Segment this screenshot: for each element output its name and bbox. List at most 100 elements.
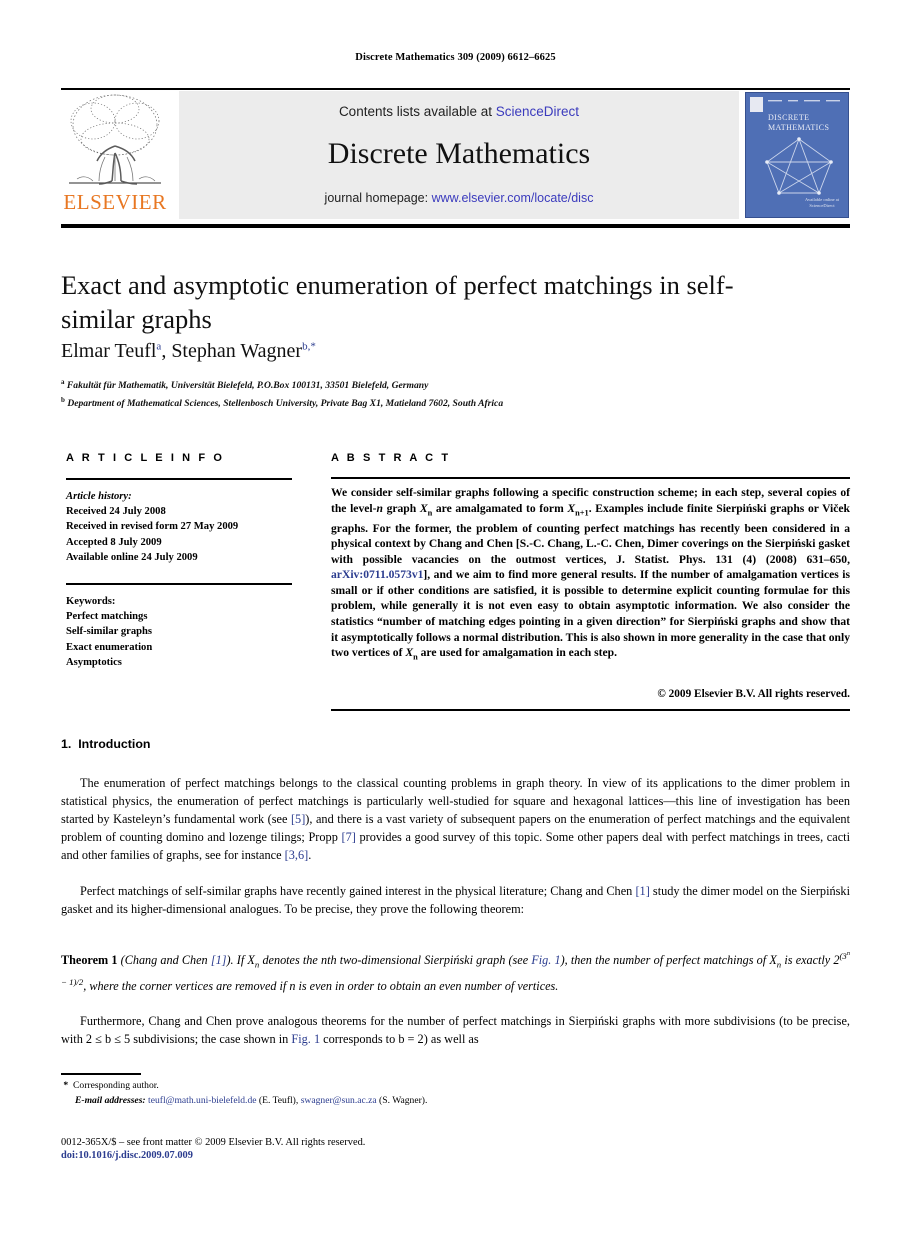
journal-cover-thumbnail: DISCRETE MATHEMATICS Available online at… [745,92,849,218]
page-title: Exact and asymptotic enumeration of perf… [61,270,734,334]
footnote-block: * Corresponding author. E-mail addresses… [61,1079,850,1108]
masthead-center-panel: Contents lists available at ScienceDirec… [179,91,739,219]
abstract-top-rule [331,477,850,479]
footnote-emails: E-mail addresses: teufl@math.uni-bielefe… [61,1094,850,1109]
abstract-xn: X [419,501,428,515]
theorem-reference-link[interactable]: [1] [211,953,227,967]
abstract-xn-2: X [405,646,414,660]
abstract-heading: A B S T R A C T [331,452,451,464]
front-matter-line: 0012-365X/$ – see front matter © 2009 El… [61,1137,366,1148]
author-2-affiliation-marker: b,* [302,340,316,353]
article-info-top-rule [66,478,292,480]
abstract-xn1: X [567,501,576,515]
elsevier-wordmark: ELSEVIER [63,190,167,214]
contents-prefix: Contents lists available at [338,104,496,119]
homepage-prefix: journal homepage: [324,191,432,205]
abstract-part-3: are amalgamated to form [432,501,568,515]
theorem-exp-rest: − 1)/2 [61,977,84,988]
author-name-1: Elmar Teufl [61,340,157,362]
article-info-heading: A R T I C L E I N F O [66,452,225,464]
keyword-item: Exact enumeration [66,641,153,653]
keyword-item: Asymptotics [66,656,122,668]
email-1-owner: (E. Teufl), [256,1094,301,1106]
reference-link-1[interactable]: [1] [635,884,649,898]
running-head: Discrete Mathematics 309 (2009) 6612–662… [355,52,556,63]
theorem-b: ), then the number of perfect matchings … [560,952,770,967]
abstract-text: We consider self-similar graphs followin… [331,485,850,665]
journal-title: Discrete Mathematics [327,137,591,170]
journal-homepage-line: journal homepage: www.elsevier.com/locat… [179,191,739,205]
article-history-item: Received in revised form 27 May 2009 [66,521,239,533]
email-2-owner: (S. Wagner). [376,1094,428,1106]
journal-masthead: ELSEVIER Contents lists available at Sci… [61,91,850,221]
theorem-d: , where the corner vertices are removed … [83,979,559,994]
affiliations: a Fakultät für Mathematik, Universität B… [61,375,781,411]
theorem-attrib-open: (Chang and Chen [117,952,211,967]
section-heading-introduction: 1. Introduction [61,737,151,751]
contents-available-line: Contents lists available at ScienceDirec… [179,104,739,119]
affiliation-b-text: Department of Mathematical Sciences, Ste… [67,398,504,410]
theorem-exp-base: (3 [839,950,847,961]
figure-reference-1[interactable]: Fig. 1 [531,953,560,967]
figure-reference-2[interactable]: Fig. 1 [291,1032,320,1046]
abstract-part-6: are used for amalgamation in each step. [417,646,617,660]
cover-elsevier-mark-icon [750,97,763,112]
affiliation-b-marker: b [61,396,65,405]
article-history-item: Available online 24 July 2009 [66,551,198,563]
abstract-xn1-sub: n+1 [575,507,589,517]
email-link-wagner[interactable]: swagner@sun.ac.za [301,1095,377,1106]
article-history-item: Accepted 8 July 2009 [66,536,162,548]
masthead-bottom-rule [61,224,850,228]
keywords-block: Keywords: Perfect matchings Self-similar… [66,594,292,670]
doi-link[interactable]: doi:10.1016/j.disc.2009.07.009 [61,1150,193,1161]
reference-link-7[interactable]: [7] [341,830,355,844]
journal-homepage-link[interactable]: www.elsevier.com/locate/disc [432,191,594,205]
footnote-corresponding-author: * Corresponding author. [61,1079,850,1094]
affiliation-b: b Department of Mathematical Sciences, S… [61,393,781,411]
cover-journal-title: DISCRETE MATHEMATICS [768,113,830,132]
corresponding-author-text: Corresponding author. [73,1080,159,1091]
keyword-item: Self-similar graphs [66,626,153,638]
theorem-label: Theorem 1 [61,952,118,967]
p1-d: . [308,847,312,862]
article-history-label: Article history: [66,491,132,502]
theorem-a: denotes the nth two-dimensional Sierpińs… [259,952,532,967]
theorem-xn-2: X [769,952,777,967]
affiliation-a-text: Fakultät für Mathematik, Universität Bie… [66,380,429,392]
article-history-block: Article history: Received 24 July 2008 R… [66,489,292,565]
theorem-1: Theorem 1 (Chang and Chen [1]). If Xn de… [61,945,850,996]
author-list: Elmar Teufla, Stephan Wagnerb,* [61,340,316,362]
abstract-copyright: © 2009 Elsevier B.V. All rights reserved… [657,688,850,700]
reference-link-5[interactable]: [5] [291,812,305,826]
elsevier-tree-icon [63,91,167,191]
article-history-item: Received 24 July 2008 [66,506,166,518]
elsevier-logo: ELSEVIER [61,91,169,219]
arxiv-link[interactable]: arXiv:0711.0573v1 [331,568,423,581]
body-paragraph-1: The enumeration of perfect matchings bel… [61,775,850,865]
asterisk-icon: * [63,1080,69,1091]
theorem-attrib-close: ). If [226,952,248,967]
sciencedirect-link[interactable]: ScienceDirect [496,104,579,119]
section-number: 1. [61,737,72,751]
email-addresses-label: E-mail addresses: [75,1094,146,1106]
keywords-label: Keywords: [66,596,116,607]
abstract-part-2: graph [382,501,420,515]
author-1-affiliation-marker: a [156,340,162,353]
reference-link-3-6[interactable]: [3,6] [285,848,309,862]
abstract-bottom-rule [331,709,850,711]
section-title-text: Introduction [78,737,151,751]
theorem-xn-1: X [247,952,255,967]
p2-a: Perfect matchings of self-similar graphs… [80,884,636,898]
affiliation-a-marker: a [61,378,65,386]
email-link-teufl[interactable]: teufl@math.uni-bielefeld.de [148,1095,256,1106]
theorem-c: is exactly 2 [781,952,840,967]
affiliation-a: a Fakultät für Mathematik, Universität B… [61,375,781,393]
article-info-mid-rule [66,583,292,585]
p3-b: corresponds to b = 2) as well as [320,1031,479,1046]
cover-pentagram-graph-icon [763,135,835,197]
body-paragraph-2: Perfect matchings of self-similar graphs… [61,883,850,919]
cover-footer-text: Available online at ScienceDirect [805,197,839,208]
keyword-item: Perfect matchings [66,611,148,623]
footnote-rule [61,1073,141,1075]
cover-top-text-band [750,96,846,108]
